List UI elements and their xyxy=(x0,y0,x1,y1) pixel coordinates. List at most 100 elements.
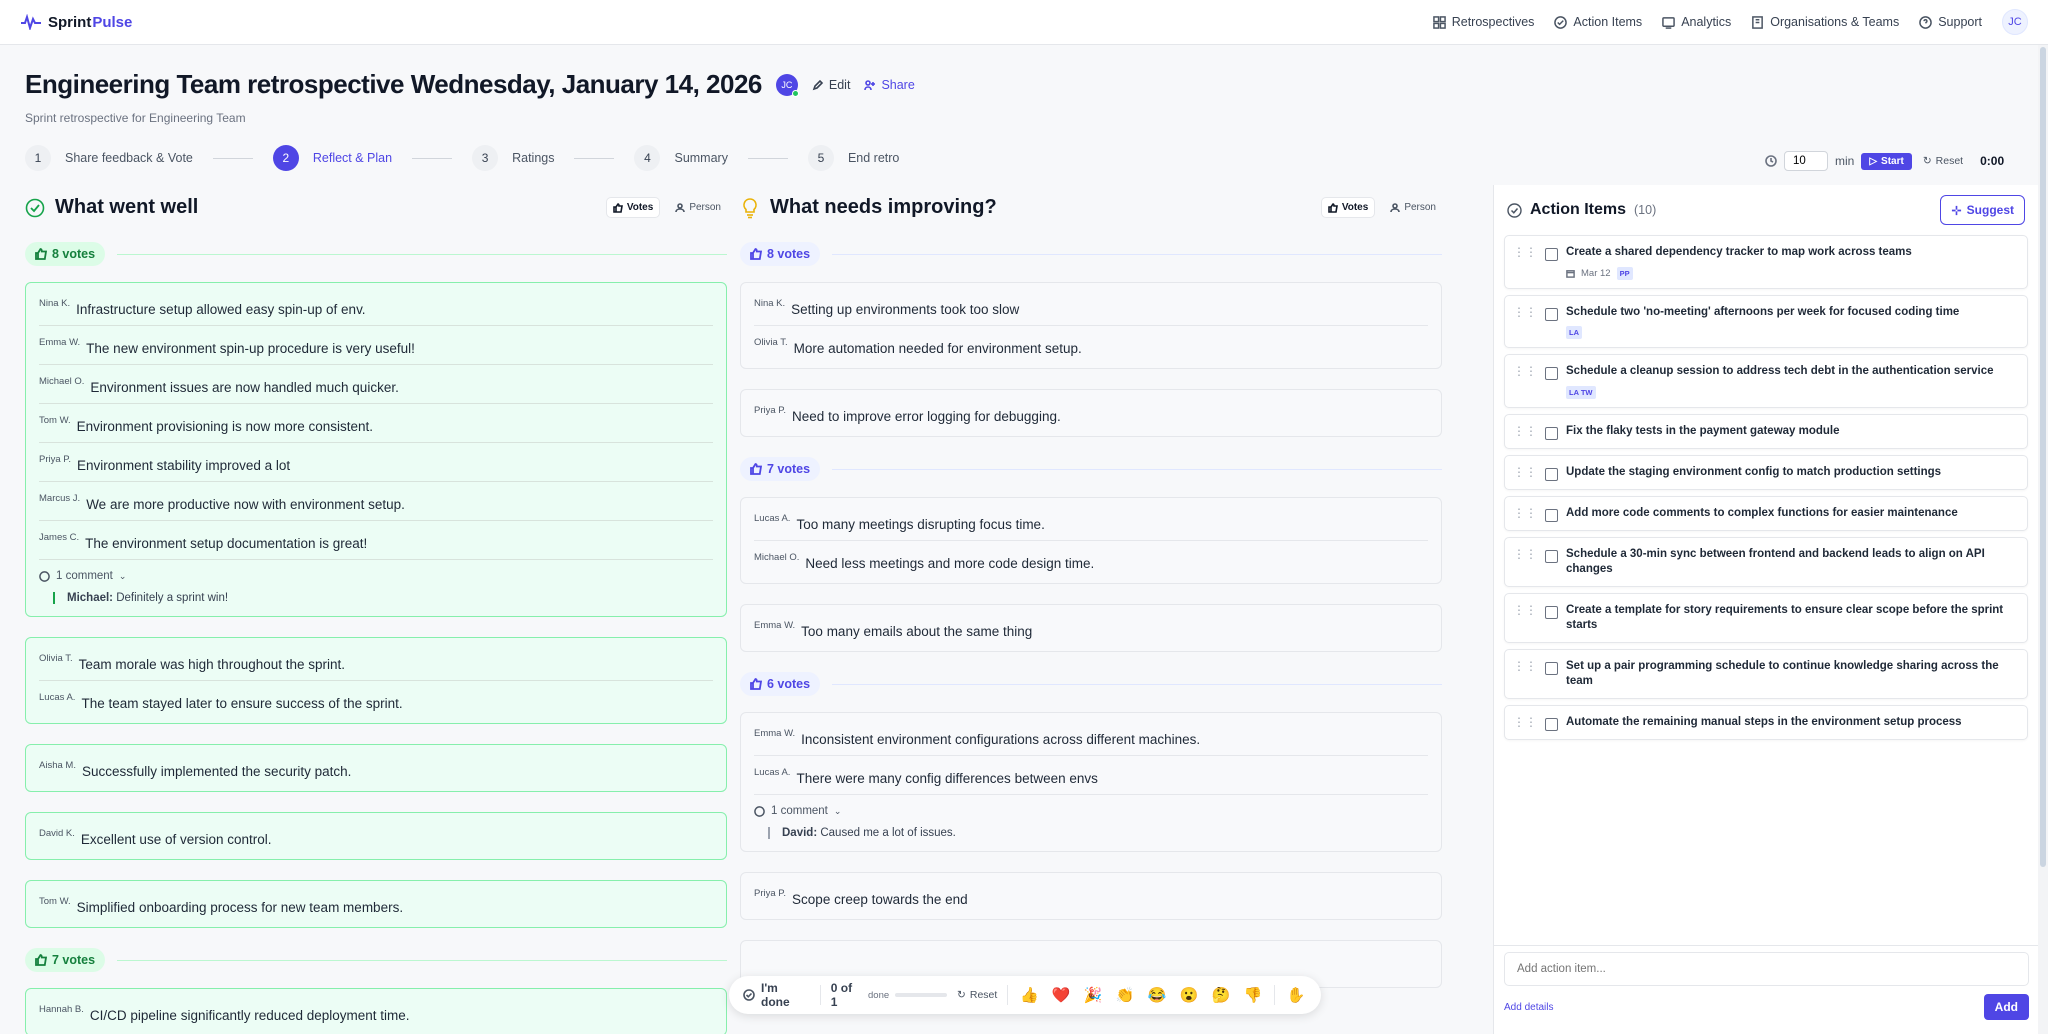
app-logo[interactable]: Sprint Pulse xyxy=(20,14,132,31)
drag-handle-icon[interactable]: ⋮⋮ xyxy=(1513,715,1537,731)
nav-support[interactable]: Support xyxy=(1919,15,1982,29)
drag-handle-icon[interactable]: ⋮⋮ xyxy=(1513,506,1537,522)
action-item-checkbox[interactable] xyxy=(1545,467,1558,481)
action-item-checkbox[interactable] xyxy=(1545,605,1558,619)
im-done-button[interactable]: I'm done xyxy=(743,981,810,1009)
comments-toggle[interactable]: 1 comment ⌄ xyxy=(39,560,713,588)
feedback-card[interactable]: David K. Excellent use of version control… xyxy=(25,812,727,860)
action-item[interactable]: ⋮⋮ Add more code comments to complex fun… xyxy=(1504,495,2028,531)
action-item[interactable]: ⋮⋮ Create a shared dependency tracker to… xyxy=(1504,235,2028,289)
add-action-item-input[interactable] xyxy=(1504,952,2029,986)
comments-label: 1 comment xyxy=(56,570,113,582)
step-ratings[interactable]: 3 Ratings xyxy=(472,145,554,171)
reaction-laugh-icon[interactable]: 😂 xyxy=(1146,986,1168,1004)
action-item[interactable]: ⋮⋮ Create a template for story requireme… xyxy=(1504,592,2028,643)
step-share-feedback[interactable]: 1 Share feedback & Vote xyxy=(25,145,193,171)
action-item[interactable]: ⋮⋮ Schedule two 'no-meeting' afternoons … xyxy=(1504,294,2028,349)
drag-handle-icon[interactable]: ⋮⋮ xyxy=(1513,603,1537,634)
share-button[interactable]: Share xyxy=(864,78,915,92)
action-item[interactable]: ⋮⋮ Automate the remaining manual steps i… xyxy=(1504,704,2028,740)
feedback-card[interactable]: Emma W. Too many emails about the same th… xyxy=(740,604,1442,652)
feedback-card[interactable]: Aisha M. Successfully implemented the sec… xyxy=(25,744,727,792)
reaction-thinking-icon[interactable]: 🤔 xyxy=(1210,986,1232,1004)
nav-retrospectives[interactable]: Retrospectives xyxy=(1432,15,1534,29)
feedback-card[interactable]: Emma W. Inconsistent environment configur… xyxy=(740,712,1442,852)
timer-start-button[interactable]: ▷ Start xyxy=(1861,152,1912,170)
sort-votes-toggle[interactable]: Votes xyxy=(606,198,660,217)
done-reset-button[interactable]: ↻ Reset xyxy=(957,989,997,1001)
step-reflect-plan[interactable]: 2 Reflect & Plan xyxy=(272,145,392,171)
raise-hand-icon[interactable]: ✋ xyxy=(1285,986,1307,1004)
action-item[interactable]: ⋮⋮ Set up a pair programming schedule to… xyxy=(1504,648,2028,699)
step-summary[interactable]: 4 Summary xyxy=(634,145,728,171)
page-scrollbar[interactable] xyxy=(2038,45,2048,1034)
nav-action-items[interactable]: Action Items xyxy=(1554,15,1642,29)
action-item[interactable]: ⋮⋮ Fix the flaky tests in the payment ga… xyxy=(1504,413,2028,449)
add-action-item-button[interactable]: Add xyxy=(1983,994,2029,1020)
reaction-heart-icon[interactable]: ❤️ xyxy=(1050,986,1072,1004)
action-item-checkbox[interactable] xyxy=(1545,661,1558,675)
action-item-checkbox[interactable] xyxy=(1545,248,1558,261)
action-item-checkbox[interactable] xyxy=(1545,549,1558,563)
nav-organisations[interactable]: Organisations & Teams xyxy=(1751,15,1899,29)
feedback-card[interactable]: Nina K. Infrastructure setup allowed easy… xyxy=(25,282,727,617)
action-item[interactable]: ⋮⋮ Schedule a 30-min sync between fronte… xyxy=(1504,536,2028,587)
feedback-card[interactable]: Tom W. Simplified onboarding process for … xyxy=(25,880,727,928)
action-item-checkbox[interactable] xyxy=(1545,717,1558,731)
step-number: 3 xyxy=(472,145,499,171)
add-details-link[interactable]: Add details xyxy=(1504,1002,1553,1013)
vote-group-header: 7 votes xyxy=(25,948,727,972)
feedback-text: Inconsistent environment configurations … xyxy=(801,732,1201,747)
comments-toggle[interactable]: 1 comment ⌄ xyxy=(754,795,1428,823)
action-items-count: (10) xyxy=(1634,203,1657,217)
suggest-button[interactable]: Suggest xyxy=(1939,195,2025,225)
feedback-entry: Olivia T. Team morale was high throughout… xyxy=(39,642,713,681)
feedback-card[interactable]: Priya P. Scope creep towards the end xyxy=(740,872,1442,920)
start-label: Start xyxy=(1881,155,1904,167)
feedback-card[interactable]: Priya P. Need to improve error logging fo… xyxy=(740,389,1442,437)
timer-minutes-input[interactable] xyxy=(1784,151,1828,171)
drag-handle-icon[interactable]: ⋮⋮ xyxy=(1513,305,1537,340)
needs-improving-column: What needs improving? Votes Person 8 vot… xyxy=(740,185,1442,1034)
action-item[interactable]: ⋮⋮ Schedule a cleanup session to address… xyxy=(1504,354,2028,408)
step-end-retro[interactable]: 5 End retro xyxy=(807,145,899,171)
sort-person-toggle[interactable]: Person xyxy=(669,198,727,217)
reaction-thumbs-up-icon[interactable]: 👍 xyxy=(1018,986,1040,1004)
feedback-card[interactable]: Hannah B. CI/CD pipeline significantly re… xyxy=(25,988,727,1034)
column-title: What needs improving? xyxy=(770,196,997,218)
action-item[interactable]: ⋮⋮ Update the staging environment config… xyxy=(1504,454,2028,490)
action-item-checkbox[interactable] xyxy=(1545,367,1558,381)
drag-handle-icon[interactable]: ⋮⋮ xyxy=(1513,364,1537,399)
feedback-card[interactable]: Nina K. Setting up environments took too … xyxy=(740,282,1442,369)
action-item-checkbox[interactable] xyxy=(1545,307,1558,321)
drag-handle-icon[interactable]: ⋮⋮ xyxy=(1513,245,1537,280)
sort-votes-toggle[interactable]: Votes xyxy=(1321,198,1375,217)
edit-button[interactable]: Edit xyxy=(812,78,850,92)
comment: David: Caused me a lot of issues. xyxy=(768,827,1428,839)
feedback-entry: Aisha M. Successfully implemented the sec… xyxy=(39,749,713,787)
drag-handle-icon[interactable]: ⋮⋮ xyxy=(1513,424,1537,440)
progress-bar xyxy=(895,993,948,997)
vote-count-badge: 6 votes xyxy=(740,672,821,696)
feedback-card[interactable]: Olivia T. Team morale was high throughout… xyxy=(25,637,727,724)
reaction-party-icon[interactable]: 🎉 xyxy=(1082,986,1104,1004)
participant-toolbar: I'm done 0 of 1 done ↻ Reset 👍 ❤️ 🎉 👏 😂 😮… xyxy=(729,976,1321,1014)
nav-analytics[interactable]: Analytics xyxy=(1662,15,1731,29)
drag-handle-icon[interactable]: ⋮⋮ xyxy=(1513,659,1537,690)
add-action-item-area: Add details Add xyxy=(1494,945,2039,1020)
action-item-checkbox[interactable] xyxy=(1545,508,1558,522)
scrollbar-thumb[interactable] xyxy=(2040,47,2046,867)
chart-icon xyxy=(1662,16,1676,29)
drag-handle-icon[interactable]: ⋮⋮ xyxy=(1513,465,1537,481)
comment-icon xyxy=(754,805,765,817)
reaction-clap-icon[interactable]: 👏 xyxy=(1114,986,1136,1004)
sort-person-toggle[interactable]: Person xyxy=(1384,198,1442,217)
feedback-entry: David K. Excellent use of version control… xyxy=(39,817,713,855)
user-avatar[interactable]: JC xyxy=(2002,9,2028,35)
feedback-card[interactable]: Lucas A. Too many meetings disrupting foc… xyxy=(740,497,1442,584)
reaction-surprised-icon[interactable]: 😮 xyxy=(1178,986,1200,1004)
timer-reset-button[interactable]: ↻ Reset xyxy=(1923,155,1963,167)
drag-handle-icon[interactable]: ⋮⋮ xyxy=(1513,547,1537,578)
action-item-checkbox[interactable] xyxy=(1545,426,1558,440)
reaction-thumbs-down-icon[interactable]: 👎 xyxy=(1242,986,1264,1004)
